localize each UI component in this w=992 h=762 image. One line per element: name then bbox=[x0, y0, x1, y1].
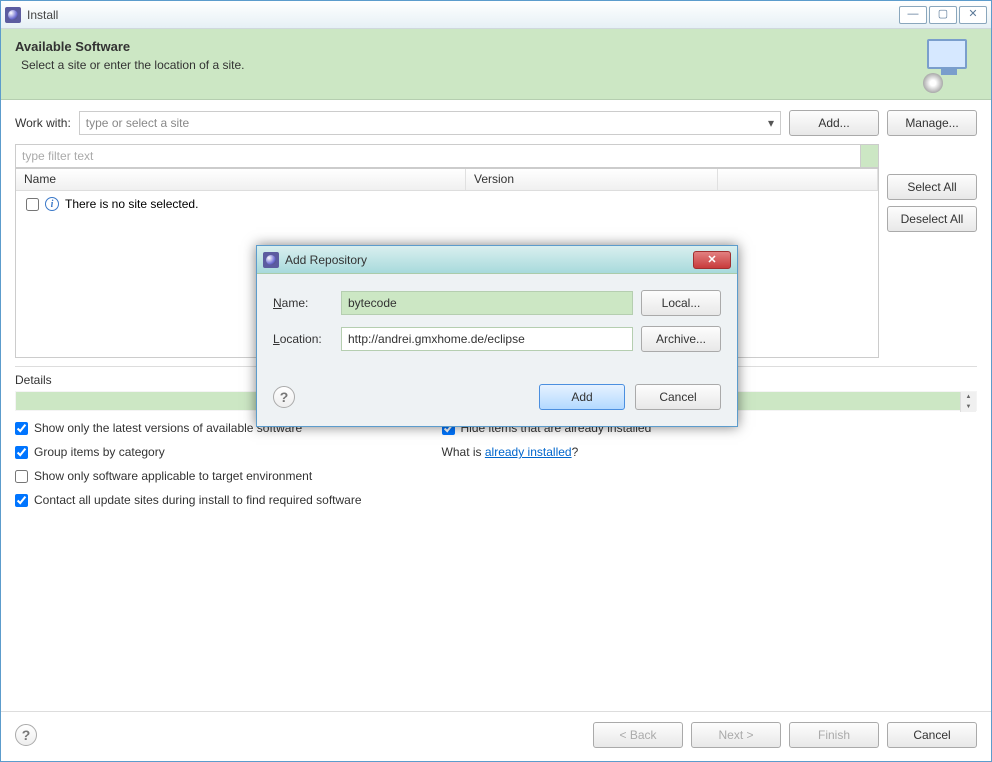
chk-target-env[interactable] bbox=[15, 470, 28, 483]
filter-input[interactable]: type filter text bbox=[15, 144, 861, 168]
filter-placeholder: type filter text bbox=[22, 149, 93, 163]
chk-target-label: Show only software applicable to target … bbox=[34, 469, 312, 483]
back-button[interactable]: < Back bbox=[593, 722, 683, 748]
col-end bbox=[718, 169, 878, 190]
finish-button[interactable]: Finish bbox=[789, 722, 879, 748]
table-row: i There is no site selected. bbox=[24, 195, 870, 213]
help-icon[interactable]: ? bbox=[15, 724, 37, 746]
header-title: Available Software bbox=[15, 39, 927, 54]
wizard-header: Available Software Select a site or ente… bbox=[1, 29, 991, 100]
maximize-button[interactable]: ▢ bbox=[929, 6, 957, 24]
titlebar[interactable]: Install — ▢ ✕ bbox=[1, 1, 991, 29]
empty-message: There is no site selected. bbox=[65, 197, 198, 211]
local-button[interactable]: Local... bbox=[641, 290, 721, 316]
deselect-all-button[interactable]: Deselect All bbox=[887, 206, 977, 232]
chk-contact-label: Contact all update sites during install … bbox=[34, 493, 362, 507]
already-installed-link[interactable]: already installed bbox=[485, 445, 572, 459]
workwith-combo[interactable]: type or select a site bbox=[79, 111, 781, 135]
workwith-label: Work with: bbox=[15, 116, 71, 130]
modal-add-button[interactable]: Add bbox=[539, 384, 625, 410]
wizard-buttons: ? < Back Next > Finish Cancel bbox=[1, 711, 991, 758]
what-is-text: What is already installed? bbox=[442, 445, 579, 459]
col-name[interactable]: Name bbox=[16, 169, 466, 190]
add-site-button[interactable]: Add... bbox=[789, 110, 879, 136]
location-label: Location: bbox=[273, 332, 333, 346]
archive-button[interactable]: Archive... bbox=[641, 326, 721, 352]
modal-close-button[interactable]: ✕ bbox=[693, 251, 731, 269]
workwith-placeholder: type or select a site bbox=[86, 116, 189, 130]
modal-titlebar[interactable]: Add Repository ✕ bbox=[257, 246, 737, 274]
chk-group-label: Group items by category bbox=[34, 445, 165, 459]
cancel-button[interactable]: Cancel bbox=[887, 722, 977, 748]
info-icon: i bbox=[45, 197, 59, 211]
chk-latest-versions[interactable] bbox=[15, 422, 28, 435]
manage-sites-button[interactable]: Manage... bbox=[887, 110, 977, 136]
location-input[interactable]: http://andrei.gmxhome.de/eclipse bbox=[341, 327, 633, 351]
install-icon bbox=[927, 39, 977, 89]
location-value: http://andrei.gmxhome.de/eclipse bbox=[348, 332, 525, 346]
modal-title: Add Repository bbox=[285, 253, 693, 267]
header-subtitle: Select a site or enter the location of a… bbox=[21, 58, 927, 72]
col-version[interactable]: Version bbox=[466, 169, 718, 190]
name-value: bytecode bbox=[348, 296, 397, 310]
eclipse-icon bbox=[5, 7, 21, 23]
name-input[interactable]: bytecode bbox=[341, 291, 633, 315]
add-repository-dialog: Add Repository ✕ Name: bytecode Local...… bbox=[256, 245, 738, 427]
modal-help-icon[interactable]: ? bbox=[273, 386, 295, 408]
scrollbar-icon[interactable]: ▲▼ bbox=[960, 392, 976, 412]
eclipse-icon bbox=[263, 252, 279, 268]
close-button[interactable]: ✕ bbox=[959, 6, 987, 24]
chk-contact-sites[interactable] bbox=[15, 494, 28, 507]
select-all-button[interactable]: Select All bbox=[887, 174, 977, 200]
minimize-button[interactable]: — bbox=[899, 6, 927, 24]
filter-cap bbox=[861, 144, 879, 168]
chk-group-category[interactable] bbox=[15, 446, 28, 459]
window-title: Install bbox=[27, 8, 899, 22]
name-label: Name: bbox=[273, 296, 333, 310]
modal-cancel-button[interactable]: Cancel bbox=[635, 384, 721, 410]
row-checkbox[interactable] bbox=[26, 198, 39, 211]
next-button[interactable]: Next > bbox=[691, 722, 781, 748]
